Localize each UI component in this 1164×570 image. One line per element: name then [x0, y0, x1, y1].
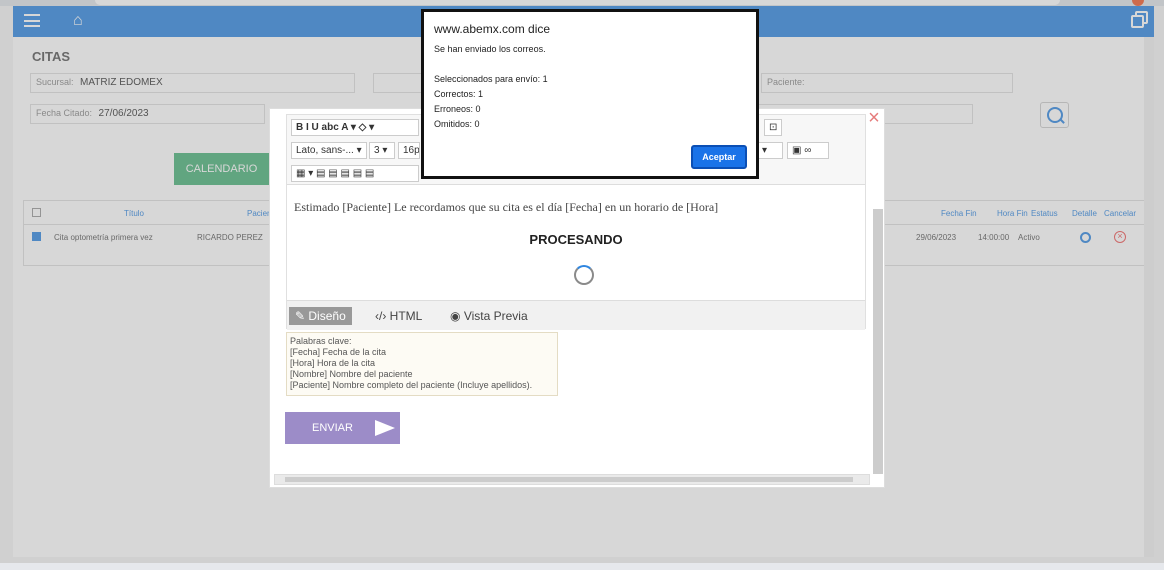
font-select-value: Lato, sans-...: [296, 145, 354, 156]
bottom-strip: [0, 563, 1164, 570]
email-body-text[interactable]: Estimado [Paciente] Le recordamos que su…: [294, 200, 718, 215]
alert-erroneos: Erroneos: 0: [434, 104, 481, 114]
font-family-select[interactable]: Lato, sans-... ▾: [291, 142, 367, 159]
tab-diseno[interactable]: ✎ Diseño: [289, 307, 352, 325]
tab-diseno-label: Diseño: [308, 309, 346, 323]
font-size-select[interactable]: 3 ▾: [369, 142, 395, 159]
browser-alert-dialog: www.abemx.com dice Se han enviado los co…: [421, 9, 759, 179]
font-size-input[interactable]: 16p: [398, 142, 420, 159]
code-icon[interactable]: ⊡: [764, 119, 782, 136]
alert-seleccionados: Seleccionados para envío: 1: [434, 74, 548, 84]
processing-text: PROCESANDO: [529, 232, 623, 247]
keywords-title: Palabras clave:: [290, 336, 352, 346]
send-button-label: ENVIAR: [312, 422, 353, 434]
aceptar-button[interactable]: Aceptar: [691, 145, 747, 169]
keywords-box: Palabras clave: [Fecha] Fecha de la cita…: [286, 332, 558, 396]
alert-message: Se han enviado los correos.: [434, 44, 546, 54]
tab-html-label: HTML: [389, 309, 423, 323]
format-buttons[interactable]: B I U abc A ▾ ◇ ▾: [291, 119, 419, 136]
tab-html[interactable]: ‹/› HTML: [369, 307, 428, 325]
loading-spinner-icon: [574, 265, 594, 285]
send-button[interactable]: ENVIAR: [285, 412, 400, 444]
font-size-value: 16p: [403, 145, 420, 156]
size-select-value: 3: [374, 145, 380, 156]
modal-scrollbar-vertical[interactable]: [873, 209, 883, 474]
image-link-icon[interactable]: ▣ ∞: [787, 142, 829, 159]
close-icon[interactable]: ×: [864, 108, 884, 128]
line-height-select[interactable]: ▾: [757, 142, 783, 159]
keyword-paciente: [Paciente] Nombre completo del paciente …: [290, 380, 533, 390]
modal-scrollbar-horizontal[interactable]: [274, 474, 870, 485]
alert-title: www.abemx.com dice: [434, 22, 551, 36]
table-list-buttons[interactable]: ▦ ▾ ▤ ▤ ▤ ▤ ▤: [291, 165, 419, 182]
editor-tabs: ✎ Diseño ‹/› HTML ◉ Vista Previa: [287, 300, 865, 330]
tab-preview-label: Vista Previa: [463, 309, 528, 323]
keyword-fecha: [Fecha] Fecha de la cita: [290, 347, 387, 357]
tab-vista-previa[interactable]: ◉ Vista Previa: [444, 307, 534, 325]
keyword-hora: [Hora] Hora de la cita: [290, 358, 376, 368]
alert-correctos: Correctos: 1: [434, 89, 484, 99]
alert-omitidos: Omitidos: 0: [434, 119, 480, 129]
send-arrow-icon: [375, 420, 395, 436]
keyword-nombre: [Nombre] Nombre del paciente: [290, 369, 413, 379]
